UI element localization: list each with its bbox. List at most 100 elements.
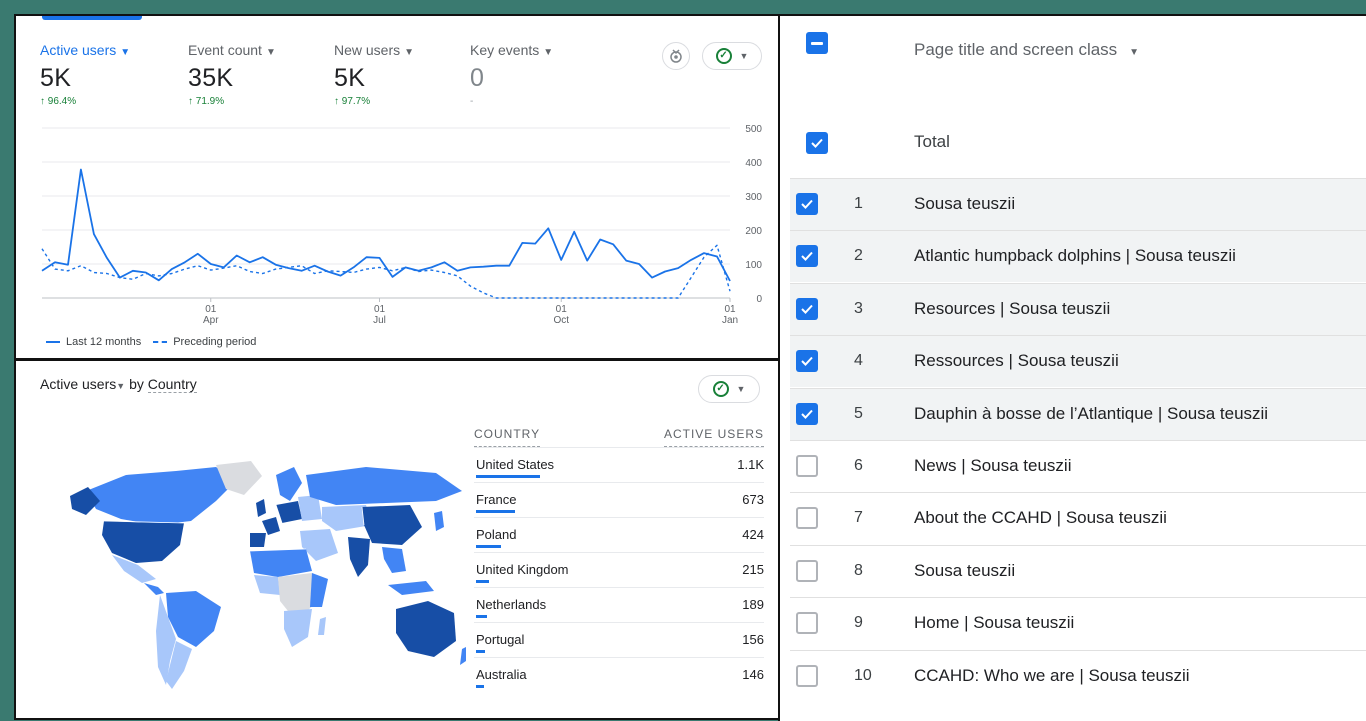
table-row[interactable]: 1 Sousa teuszii	[790, 178, 1366, 230]
compare-status-button[interactable]: ✓ ▼	[698, 375, 760, 403]
metric-selector[interactable]: Active users	[40, 376, 116, 392]
x-tick-day: 01	[205, 304, 217, 315]
country-name: Netherlands	[476, 597, 547, 612]
country-bar	[476, 615, 487, 618]
trend-chart-card: Active users ▼ 5K ↑ 96.4% Event count ▼ 35…	[14, 14, 780, 360]
chevron-down-icon: ▼	[736, 384, 746, 394]
map-region-france	[262, 517, 280, 535]
row-number: 8	[854, 562, 863, 579]
country-table: COUNTRY ACTIVE USERS United States 1.1K Fr…	[474, 425, 764, 692]
dimension-selector[interactable]: Country	[147, 376, 197, 393]
metric-active-users[interactable]: Active users ▼ 5K ↑ 96.4%	[40, 42, 130, 107]
row-checkbox[interactable]	[796, 193, 818, 215]
table-row[interactable]: 10 CCAHD: Who we are | Sousa teuszii	[790, 650, 1366, 702]
row-page-title: Ressources | Sousa teuszii	[914, 351, 1119, 370]
country-bar	[476, 510, 515, 513]
x-tick-month: Oct	[553, 315, 569, 326]
map-region-southern-africa	[284, 609, 312, 647]
checkmark-icon	[801, 409, 813, 419]
map-region-west-africa	[254, 575, 280, 595]
country-rows: United States 1.1K France 673 Poland 424 Unite…	[474, 447, 764, 692]
table-row[interactable]: 8 Sousa teuszii	[790, 545, 1366, 597]
column-header-page-title[interactable]: Page title and screen class ▼	[914, 40, 1139, 60]
map-region-indonesia	[388, 581, 434, 595]
metric-key-events[interactable]: Key events ▼ 0 -	[470, 42, 553, 107]
checkmark-icon	[801, 199, 813, 209]
country-row[interactable]: Portugal 156	[474, 622, 764, 657]
column-header-country[interactable]: COUNTRY	[474, 425, 541, 447]
country-row[interactable]: France 673	[474, 482, 764, 517]
country-active-users: 215	[742, 562, 764, 577]
country-row[interactable]: Australia 146	[474, 657, 764, 692]
world-map[interactable]	[66, 461, 466, 691]
country-active-users: 156	[742, 632, 764, 647]
row-checkbox[interactable]	[796, 350, 818, 372]
row-checkbox[interactable]	[796, 560, 818, 582]
map-region-central-america	[144, 583, 164, 595]
table-row[interactable]: 2 Atlantic humpback dolphins | Sousa teus…	[790, 230, 1366, 282]
chart-legend: Last 12 months Preceding period	[46, 336, 256, 348]
row-checkbox[interactable]	[796, 665, 818, 687]
selected-tab-indicator	[42, 16, 142, 20]
row-page-title: Dauphin à bosse de l’Atlantique | Sousa …	[914, 404, 1269, 423]
map-region-east-africa	[310, 573, 328, 607]
row-checkbox[interactable]	[796, 298, 818, 320]
row-checkbox[interactable]	[796, 612, 818, 634]
metric-delta: -	[470, 96, 474, 107]
total-row-label: Total	[914, 132, 950, 151]
metric-new-users[interactable]: New users ▼ 5K ↑ 97.7%	[334, 42, 414, 107]
x-tick-day: 01	[374, 304, 386, 315]
table-row[interactable]: 5 Dauphin à bosse de l’Atlantique | Sousa…	[790, 388, 1366, 440]
country-row[interactable]: Poland 424	[474, 517, 764, 552]
metric-event-count[interactable]: Event count ▼ 35K ↑ 71.9%	[188, 42, 276, 107]
row-checkbox[interactable]	[796, 455, 818, 477]
row-page-title: CCAHD: Who we are | Sousa teuszii	[914, 666, 1190, 685]
map-region-southeast-asia	[382, 547, 406, 573]
row-page-title: News | Sousa teuszii	[914, 456, 1072, 475]
line-chart: 500400300200100001Apr01Jul01Oct01Jan	[41, 124, 762, 326]
column-header-label: Page title and screen class	[914, 40, 1118, 59]
row-number: 2	[854, 247, 863, 264]
country-map-card: Active users▼ by Country COUNTRY ACTIVE …	[14, 359, 780, 720]
table-row[interactable]: 4 Ressources | Sousa teuszii	[790, 335, 1366, 387]
country-row[interactable]: Netherlands 189	[474, 587, 764, 622]
row-page-title: Home | Sousa teuszii	[914, 613, 1075, 632]
table-row[interactable]: 6 News | Sousa teuszii	[790, 440, 1366, 492]
row-checkbox[interactable]	[796, 507, 818, 529]
row-checkbox[interactable]	[796, 245, 818, 267]
metric-label: New users	[334, 42, 401, 58]
column-header-active-users[interactable]: ACTIVE USERS	[663, 425, 764, 447]
row-checkbox[interactable]	[796, 403, 818, 425]
row-number: 9	[854, 614, 863, 631]
country-bar	[476, 545, 501, 548]
checkmark-icon	[801, 356, 813, 366]
table-row[interactable]: 3 Resources | Sousa teuszii	[790, 283, 1366, 335]
chevron-down-icon: ▼	[120, 47, 131, 58]
total-checkbox[interactable]	[806, 132, 828, 154]
metric-delta: ↑ 96.4%	[40, 96, 77, 107]
map-region-central-europe	[276, 501, 302, 523]
compare-status-button[interactable]: ✓ ▼	[702, 42, 762, 70]
row-number: 6	[854, 457, 863, 474]
row-page-title: Atlantic humpback dolphins | Sousa teusz…	[914, 246, 1236, 265]
country-name: Australia	[476, 667, 527, 682]
map-region-russia	[306, 467, 462, 505]
table-row[interactable]: 7 About the CCAHD | Sousa teuszii	[790, 492, 1366, 544]
country-bar	[476, 650, 485, 653]
y-tick-label: 300	[745, 192, 762, 203]
map-region-iberia	[250, 533, 266, 547]
country-bar	[476, 475, 540, 478]
row-number: 10	[854, 667, 872, 684]
map-region-uk	[256, 499, 266, 517]
map-region-japan	[434, 511, 444, 531]
map-region-australia	[396, 601, 456, 657]
select-all-checkbox[interactable]	[806, 32, 828, 54]
country-active-users: 189	[742, 597, 764, 612]
table-row[interactable]: 9 Home | Sousa teuszii	[790, 597, 1366, 649]
country-row[interactable]: United Kingdom 215	[474, 552, 764, 587]
country-row[interactable]: United States 1.1K	[474, 447, 764, 482]
map-region-canada	[86, 467, 236, 525]
insights-button[interactable]	[662, 42, 690, 70]
metric-value: 0	[470, 64, 485, 92]
legend-label: Last 12 months	[66, 336, 142, 348]
